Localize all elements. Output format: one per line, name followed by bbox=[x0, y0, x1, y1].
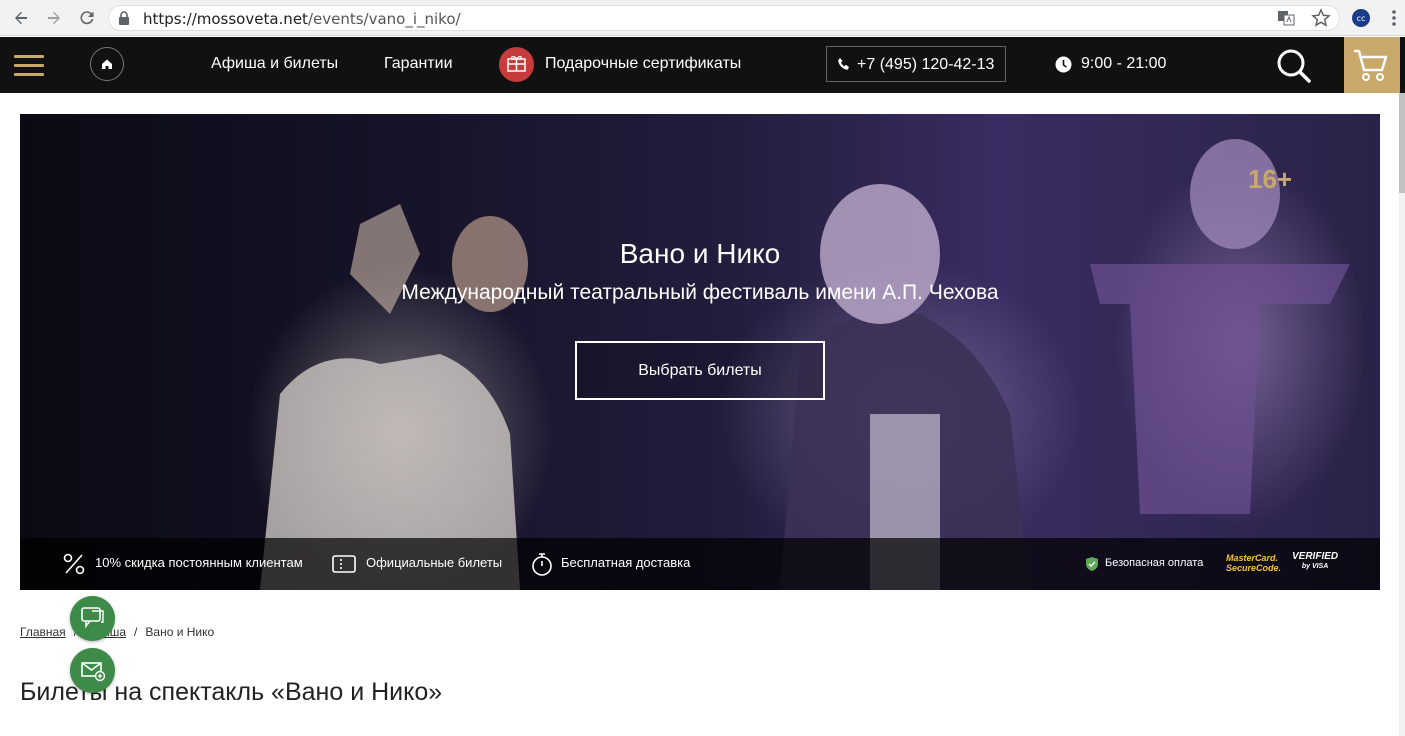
hero-banner: 16+ Вано и Нико Международный театральны… bbox=[20, 114, 1380, 590]
cart-button[interactable] bbox=[1344, 37, 1400, 93]
chat-button[interactable] bbox=[70, 596, 115, 641]
clock-icon bbox=[1055, 56, 1072, 73]
address-bar[interactable]: https://mossoveta.net/events/vano_i_niko… bbox=[108, 5, 1340, 31]
home-button[interactable] bbox=[90, 47, 124, 81]
shield-check-icon bbox=[1086, 557, 1098, 571]
extension-icon[interactable]: cc bbox=[1351, 8, 1371, 28]
scrollbar-thumb[interactable] bbox=[1399, 93, 1405, 193]
nav-gift-certificates-link[interactable]: Подарочные сертификаты bbox=[545, 55, 741, 73]
chat-icon bbox=[81, 607, 104, 629]
home-icon bbox=[102, 59, 112, 69]
url-text: https://mossoveta.net/events/vano_i_niko… bbox=[143, 10, 461, 28]
phone-number: +7 (495) 120-42-13 bbox=[857, 56, 995, 73]
nav-afisha-link[interactable]: Афиша и билеты bbox=[211, 55, 338, 73]
site-header: Афиша и билеты Гарантии Подарочные серти… bbox=[0, 37, 1405, 93]
features-bar: 10% скидка постоянным клиентам Официальн… bbox=[20, 538, 1380, 590]
feature-official-tickets: Официальные билеты bbox=[366, 555, 503, 570]
email-button[interactable] bbox=[70, 648, 115, 693]
show-title: Вано и Нико bbox=[619, 238, 781, 269]
breadcrumb-home-link[interactable]: Главная bbox=[20, 625, 66, 639]
cart-icon bbox=[1354, 49, 1388, 81]
mail-add-icon bbox=[81, 662, 106, 682]
verified-by-visa-logo: VERIFIED by VISA bbox=[1292, 551, 1339, 571]
stopwatch-icon bbox=[532, 553, 552, 576]
mastercard-securecode-logo: MasterCard. SecureCode. bbox=[1226, 553, 1282, 573]
gift-icon[interactable] bbox=[499, 47, 534, 82]
nav-guarantees-link[interactable]: Гарантии bbox=[384, 55, 453, 73]
breadcrumb-current: Вано и Нико bbox=[145, 625, 215, 639]
svg-text:cc: cc bbox=[1357, 14, 1366, 23]
translate-icon[interactable] bbox=[1276, 8, 1296, 28]
phone-button[interactable]: +7 (495) 120-42-13 bbox=[826, 46, 1006, 82]
feature-discount: 10% скидка постоянным клиентам bbox=[95, 555, 303, 570]
more-options-icon[interactable] bbox=[1384, 8, 1404, 28]
search-icon[interactable] bbox=[1276, 48, 1312, 84]
page-scrollbar[interactable] bbox=[1399, 93, 1405, 736]
hamburger-menu-icon[interactable] bbox=[14, 55, 44, 76]
secure-payment-label: Безопасная оплата bbox=[1105, 557, 1204, 569]
lock-icon bbox=[119, 11, 129, 25]
percent-icon bbox=[63, 553, 85, 575]
browser-toolbar: https://mossoveta.net/events/vano_i_niko… bbox=[0, 0, 1405, 36]
breadcrumb: Главная/Афиша/Вано и Нико bbox=[20, 625, 215, 639]
age-rating: 16+ bbox=[1248, 164, 1293, 194]
star-icon[interactable] bbox=[1311, 8, 1331, 28]
feature-free-delivery: Бесплатная доставка bbox=[561, 555, 691, 570]
back-icon[interactable] bbox=[12, 9, 30, 27]
ticket-icon bbox=[332, 555, 356, 573]
working-hours: 9:00 - 21:00 bbox=[1081, 55, 1167, 72]
forward-icon[interactable] bbox=[45, 9, 63, 27]
phone-icon bbox=[838, 58, 849, 70]
show-subtitle: Международный театральный фестиваль имен… bbox=[401, 281, 999, 304]
choose-tickets-button[interactable]: Выбрать билеты bbox=[575, 341, 825, 400]
reload-icon[interactable] bbox=[78, 9, 96, 27]
